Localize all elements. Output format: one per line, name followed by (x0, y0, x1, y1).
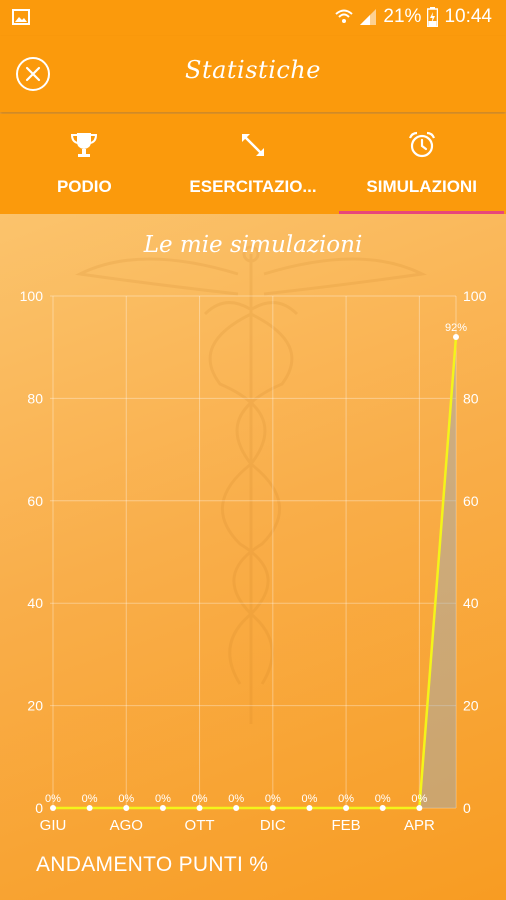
tab-label: SIMULAZIONI (366, 177, 477, 196)
data-point (123, 805, 130, 811)
data-point (453, 333, 459, 340)
data-label: 0% (228, 793, 244, 805)
x-tick-label: FEB (331, 817, 360, 834)
y-tick-label: 100 (463, 288, 487, 304)
x-tick-label: AGO (110, 817, 143, 834)
data-label: 0% (192, 793, 208, 805)
page-title: Statistiche (185, 56, 321, 84)
tab-label: ESERCITAZIO... (189, 177, 317, 196)
clock-time: 10:44 (444, 6, 492, 27)
y-tick-label: 0 (35, 800, 43, 816)
chart-title: Le mie simulazioni (143, 232, 363, 258)
battery-percent: 21% (383, 6, 422, 27)
data-point (269, 805, 276, 811)
y-axis-left: 100 80 60 40 20 0 (20, 288, 44, 816)
x-axis: GIU AGO OTT DIC FEB APR (40, 817, 435, 834)
y-tick-label: 40 (27, 595, 43, 611)
data-point (50, 805, 56, 811)
data-point (233, 805, 240, 811)
tab-label: PODIO (56, 177, 112, 196)
tab-simulazioni[interactable]: SIMULAZIONI (337, 114, 506, 214)
y-tick-label: 60 (27, 493, 43, 509)
x-tick-label: GIU (40, 817, 67, 834)
y-tick-label: 60 (463, 493, 479, 509)
x-tick-label: OTT (185, 817, 215, 834)
y-tick-label: 80 (463, 390, 479, 406)
y-tick-label: 20 (463, 698, 479, 714)
y-axis-right: 100 80 60 40 20 0 (463, 288, 487, 816)
y-tick-label: 100 (20, 288, 44, 304)
signal-icon (360, 9, 377, 25)
y-tick-label: 80 (27, 390, 43, 406)
data-label: 0% (155, 793, 171, 805)
data-label: 0% (118, 793, 134, 805)
data-point (343, 805, 350, 811)
tab-podio[interactable]: PODIO (0, 114, 169, 214)
data-point (416, 805, 423, 811)
trophy-icon (71, 133, 98, 157)
wifi-icon (335, 9, 354, 23)
alarm-clock-icon (408, 131, 435, 158)
data-label: 0% (375, 793, 391, 805)
data-label: 0% (45, 793, 61, 805)
battery-charging-icon (427, 7, 439, 27)
data-label: 0% (265, 793, 281, 805)
data-point (86, 805, 93, 811)
tab-bar: PODIO ESERCITAZIO... SIMULAZIONI (0, 114, 506, 214)
app-bar: Statistiche (0, 36, 506, 112)
y-tick-label: 40 (463, 595, 479, 611)
data-label: 0% (338, 793, 354, 805)
data-label: 0% (82, 793, 98, 805)
y-tick-label: 20 (27, 698, 43, 714)
resize-arrows-icon (242, 134, 264, 156)
simulation-chart: 100 80 60 40 20 0 100 80 60 40 20 0 GIU AGO OTT DIC FE… (20, 245, 487, 834)
data-point (159, 805, 166, 811)
data-point (196, 805, 203, 811)
chart-footer-label: ANDAMENTO PUNTI % (36, 853, 269, 876)
data-label: 0% (302, 793, 318, 805)
series-points: 0% 0% 0% 0% 0% 0% 0% 0% 0% 0% 0% 92% (45, 322, 467, 811)
data-label: 92% (445, 322, 467, 334)
data-label: 0% (411, 793, 427, 805)
image-notification-icon (12, 9, 30, 25)
data-point (379, 805, 386, 811)
data-point (306, 805, 313, 811)
status-bar: 21% 10:44 (0, 0, 506, 36)
caduceus-watermark (75, 245, 427, 724)
x-tick-label: DIC (260, 817, 286, 834)
y-tick-label: 0 (463, 800, 471, 816)
tab-esercitazioni[interactable]: ESERCITAZIO... (169, 114, 338, 214)
x-tick-label: APR (404, 817, 435, 834)
